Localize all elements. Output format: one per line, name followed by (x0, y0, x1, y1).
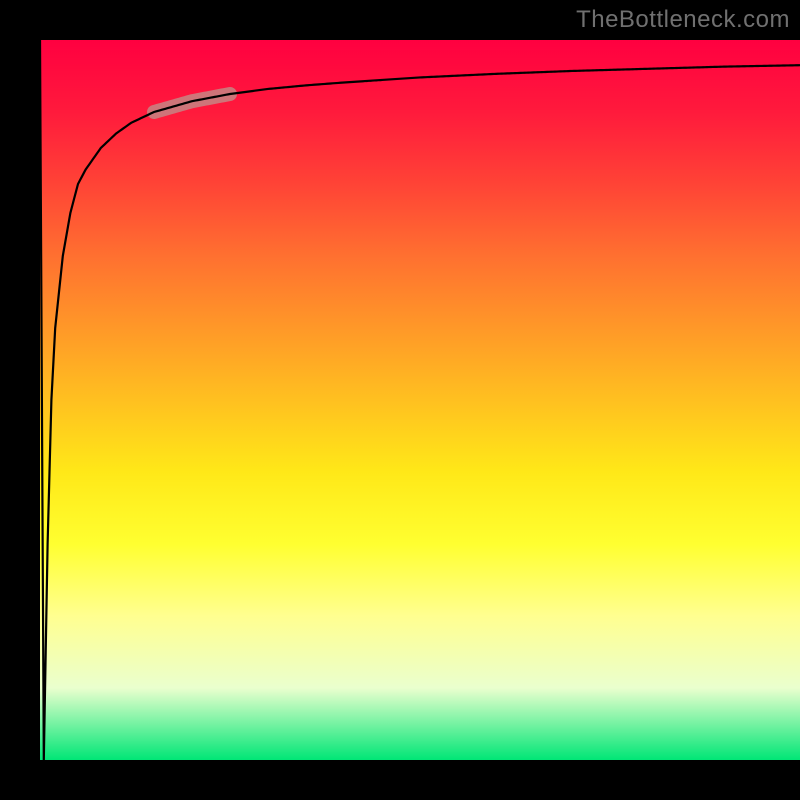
chart-curve (40, 40, 800, 760)
chart-line (40, 40, 800, 760)
chart-plot-area (40, 40, 800, 760)
chart-highlight-segment (154, 94, 230, 112)
watermark-label: TheBottleneck.com (576, 6, 790, 34)
chart-frame: TheBottleneck.com (0, 0, 800, 800)
